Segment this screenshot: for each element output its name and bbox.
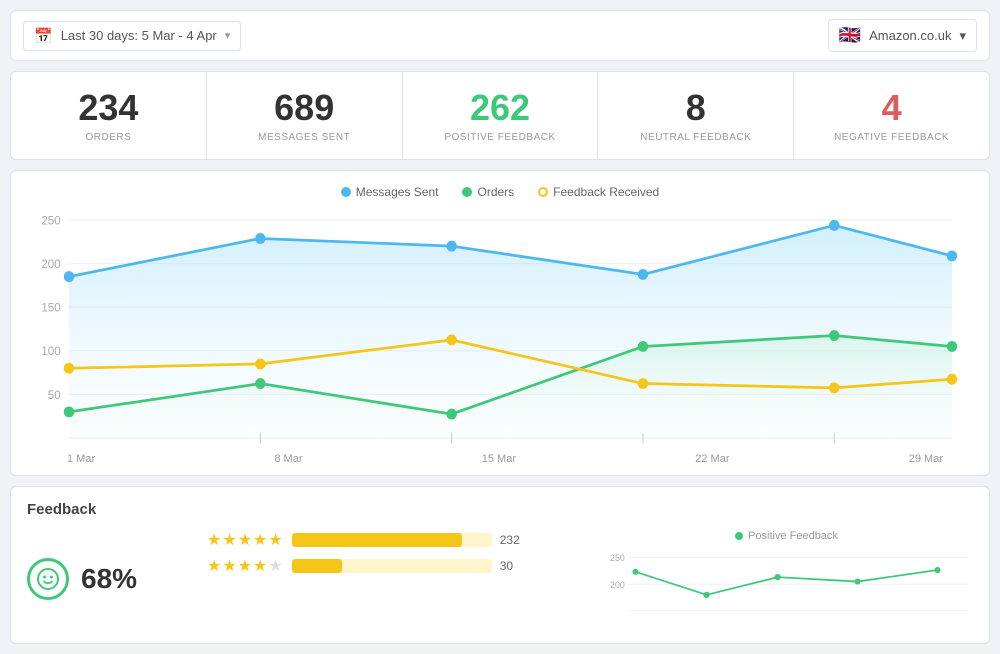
green-dot: [638, 341, 649, 352]
star-row-5: ★★★★★ 232: [207, 530, 580, 550]
chevron-down-icon: ▾: [225, 29, 231, 42]
feedback-body: 68% ★★★★★ 232 ★★★★★ 30: [27, 530, 973, 629]
messages-value: 689: [217, 88, 392, 128]
svg-text:50: 50: [48, 388, 61, 401]
chart-legend: Messages Sent Orders Feedback Received: [27, 185, 973, 199]
feedback-section: Feedback 68% ★★★★★: [10, 486, 990, 644]
smiley-icon: [27, 558, 69, 600]
star-bar-inner-5: [292, 533, 462, 547]
green-dot: [64, 406, 75, 417]
legend-feedback-label: Feedback Received: [553, 185, 659, 199]
star-row-4: ★★★★★ 30: [207, 556, 580, 576]
legend-messages-label: Messages Sent: [356, 185, 439, 199]
date-range-label: Last 30 days: 5 Mar - 4 Apr: [61, 28, 217, 43]
x-label-22mar: 22 Mar: [695, 453, 729, 465]
yellow-dot: [829, 382, 840, 393]
blue-dot: [947, 250, 958, 261]
stars-4: ★★★★★: [207, 556, 284, 576]
chart-section: Messages Sent Orders Feedback Received: [10, 170, 990, 476]
legend-messages: Messages Sent: [341, 185, 439, 199]
region-label: Amazon.co.uk: [869, 28, 951, 43]
svg-text:100: 100: [41, 345, 61, 358]
negative-value: 4: [804, 88, 979, 128]
orders-value: 234: [21, 88, 196, 128]
mini-line: [636, 570, 938, 595]
green-dot: [829, 330, 840, 341]
orders-label: ORDERS: [21, 132, 196, 143]
legend-orders-label: Orders: [477, 185, 514, 199]
yellow-dot: [947, 373, 958, 384]
mini-chart-dot: [735, 532, 743, 540]
legend-dot-blue: [341, 187, 351, 197]
stars-5: ★★★★★: [207, 530, 284, 550]
stat-neutral: 8 NEUTRAL FEEDBACK: [598, 72, 794, 159]
mini-chart: Positive Feedback 250 200: [600, 530, 973, 629]
stat-orders: 234 ORDERS: [11, 72, 207, 159]
blue-dot: [255, 233, 266, 244]
flag-icon: 🇬🇧: [839, 25, 861, 46]
blue-dot: [829, 220, 840, 231]
feedback-percentage: 68%: [81, 563, 137, 595]
mini-dot: [934, 566, 940, 572]
mini-dot: [775, 574, 781, 580]
star-bar-outer-5: [292, 533, 492, 547]
stat-positive: 262 POSITIVE FEEDBACK: [403, 72, 599, 159]
mini-chart-label: Positive Feedback: [748, 530, 838, 542]
feedback-score: 68%: [27, 530, 187, 629]
smiley-svg: [37, 568, 59, 590]
legend-feedback: Feedback Received: [538, 185, 659, 199]
blue-dot: [64, 271, 75, 282]
page-wrapper: 📅 Last 30 days: 5 Mar - 4 Apr ▾ 🇬🇧 Amazo…: [0, 0, 1000, 654]
yellow-dot: [446, 334, 457, 345]
star-bar-inner-4: [292, 559, 342, 573]
x-label-1mar: 1 Mar: [67, 453, 95, 465]
mini-dot: [632, 568, 638, 574]
top-bar: 📅 Last 30 days: 5 Mar - 4 Apr ▾ 🇬🇧 Amazo…: [10, 10, 990, 61]
negative-label: NEGATIVE FEEDBACK: [804, 132, 979, 143]
blue-dot: [638, 269, 649, 280]
svg-text:150: 150: [41, 301, 61, 314]
positive-value: 262: [413, 88, 588, 128]
x-label-8mar: 8 Mar: [274, 453, 302, 465]
stats-row: 234 ORDERS 689 MESSAGES SENT 262 POSITIV…: [10, 71, 990, 160]
calendar-icon: 📅: [34, 27, 53, 45]
yellow-dot: [255, 358, 266, 369]
svg-text:250: 250: [610, 553, 625, 563]
mini-dot: [703, 591, 709, 597]
neutral-value: 8: [608, 88, 783, 128]
positive-label: POSITIVE FEEDBACK: [413, 132, 588, 143]
x-label-29mar: 29 Mar: [909, 453, 943, 465]
green-dot: [947, 341, 958, 352]
region-selector[interactable]: 🇬🇧 Amazon.co.uk ▾: [828, 19, 977, 52]
mini-dot: [854, 578, 860, 584]
chart-svg: 250 200 150 100 50: [27, 209, 973, 449]
green-dot: [255, 378, 266, 389]
star-count-4: 30: [500, 559, 528, 573]
blue-dot: [446, 240, 457, 251]
yellow-dot: [64, 362, 75, 373]
stat-messages: 689 MESSAGES SENT: [207, 72, 403, 159]
feedback-title: Feedback: [27, 501, 973, 518]
green-dot: [446, 408, 457, 419]
neutral-label: NEUTRAL FEEDBACK: [608, 132, 783, 143]
svg-text:200: 200: [41, 257, 61, 270]
chart-area: 250 200 150 100 50: [27, 209, 973, 449]
legend-dot-yellow: [538, 187, 548, 197]
stat-negative: 4 NEGATIVE FEEDBACK: [794, 72, 989, 159]
legend-dot-green: [462, 187, 472, 197]
svg-text:200: 200: [610, 579, 625, 589]
mini-chart-title: Positive Feedback: [600, 530, 973, 542]
legend-orders: Orders: [462, 185, 514, 199]
star-count-5: 232: [500, 533, 528, 547]
yellow-dot: [638, 378, 649, 389]
svg-text:250: 250: [41, 214, 61, 227]
star-bar-outer-4: [292, 559, 492, 573]
mini-chart-svg: 250 200: [600, 546, 973, 626]
x-axis-labels: 1 Mar 8 Mar 15 Mar 22 Mar 29 Mar: [27, 449, 973, 465]
messages-label: MESSAGES SENT: [217, 132, 392, 143]
chevron-down-icon: ▾: [959, 28, 966, 44]
stars-section: ★★★★★ 232 ★★★★★ 30: [207, 530, 580, 629]
x-label-15mar: 15 Mar: [482, 453, 516, 465]
date-range-selector[interactable]: 📅 Last 30 days: 5 Mar - 4 Apr ▾: [23, 21, 241, 51]
